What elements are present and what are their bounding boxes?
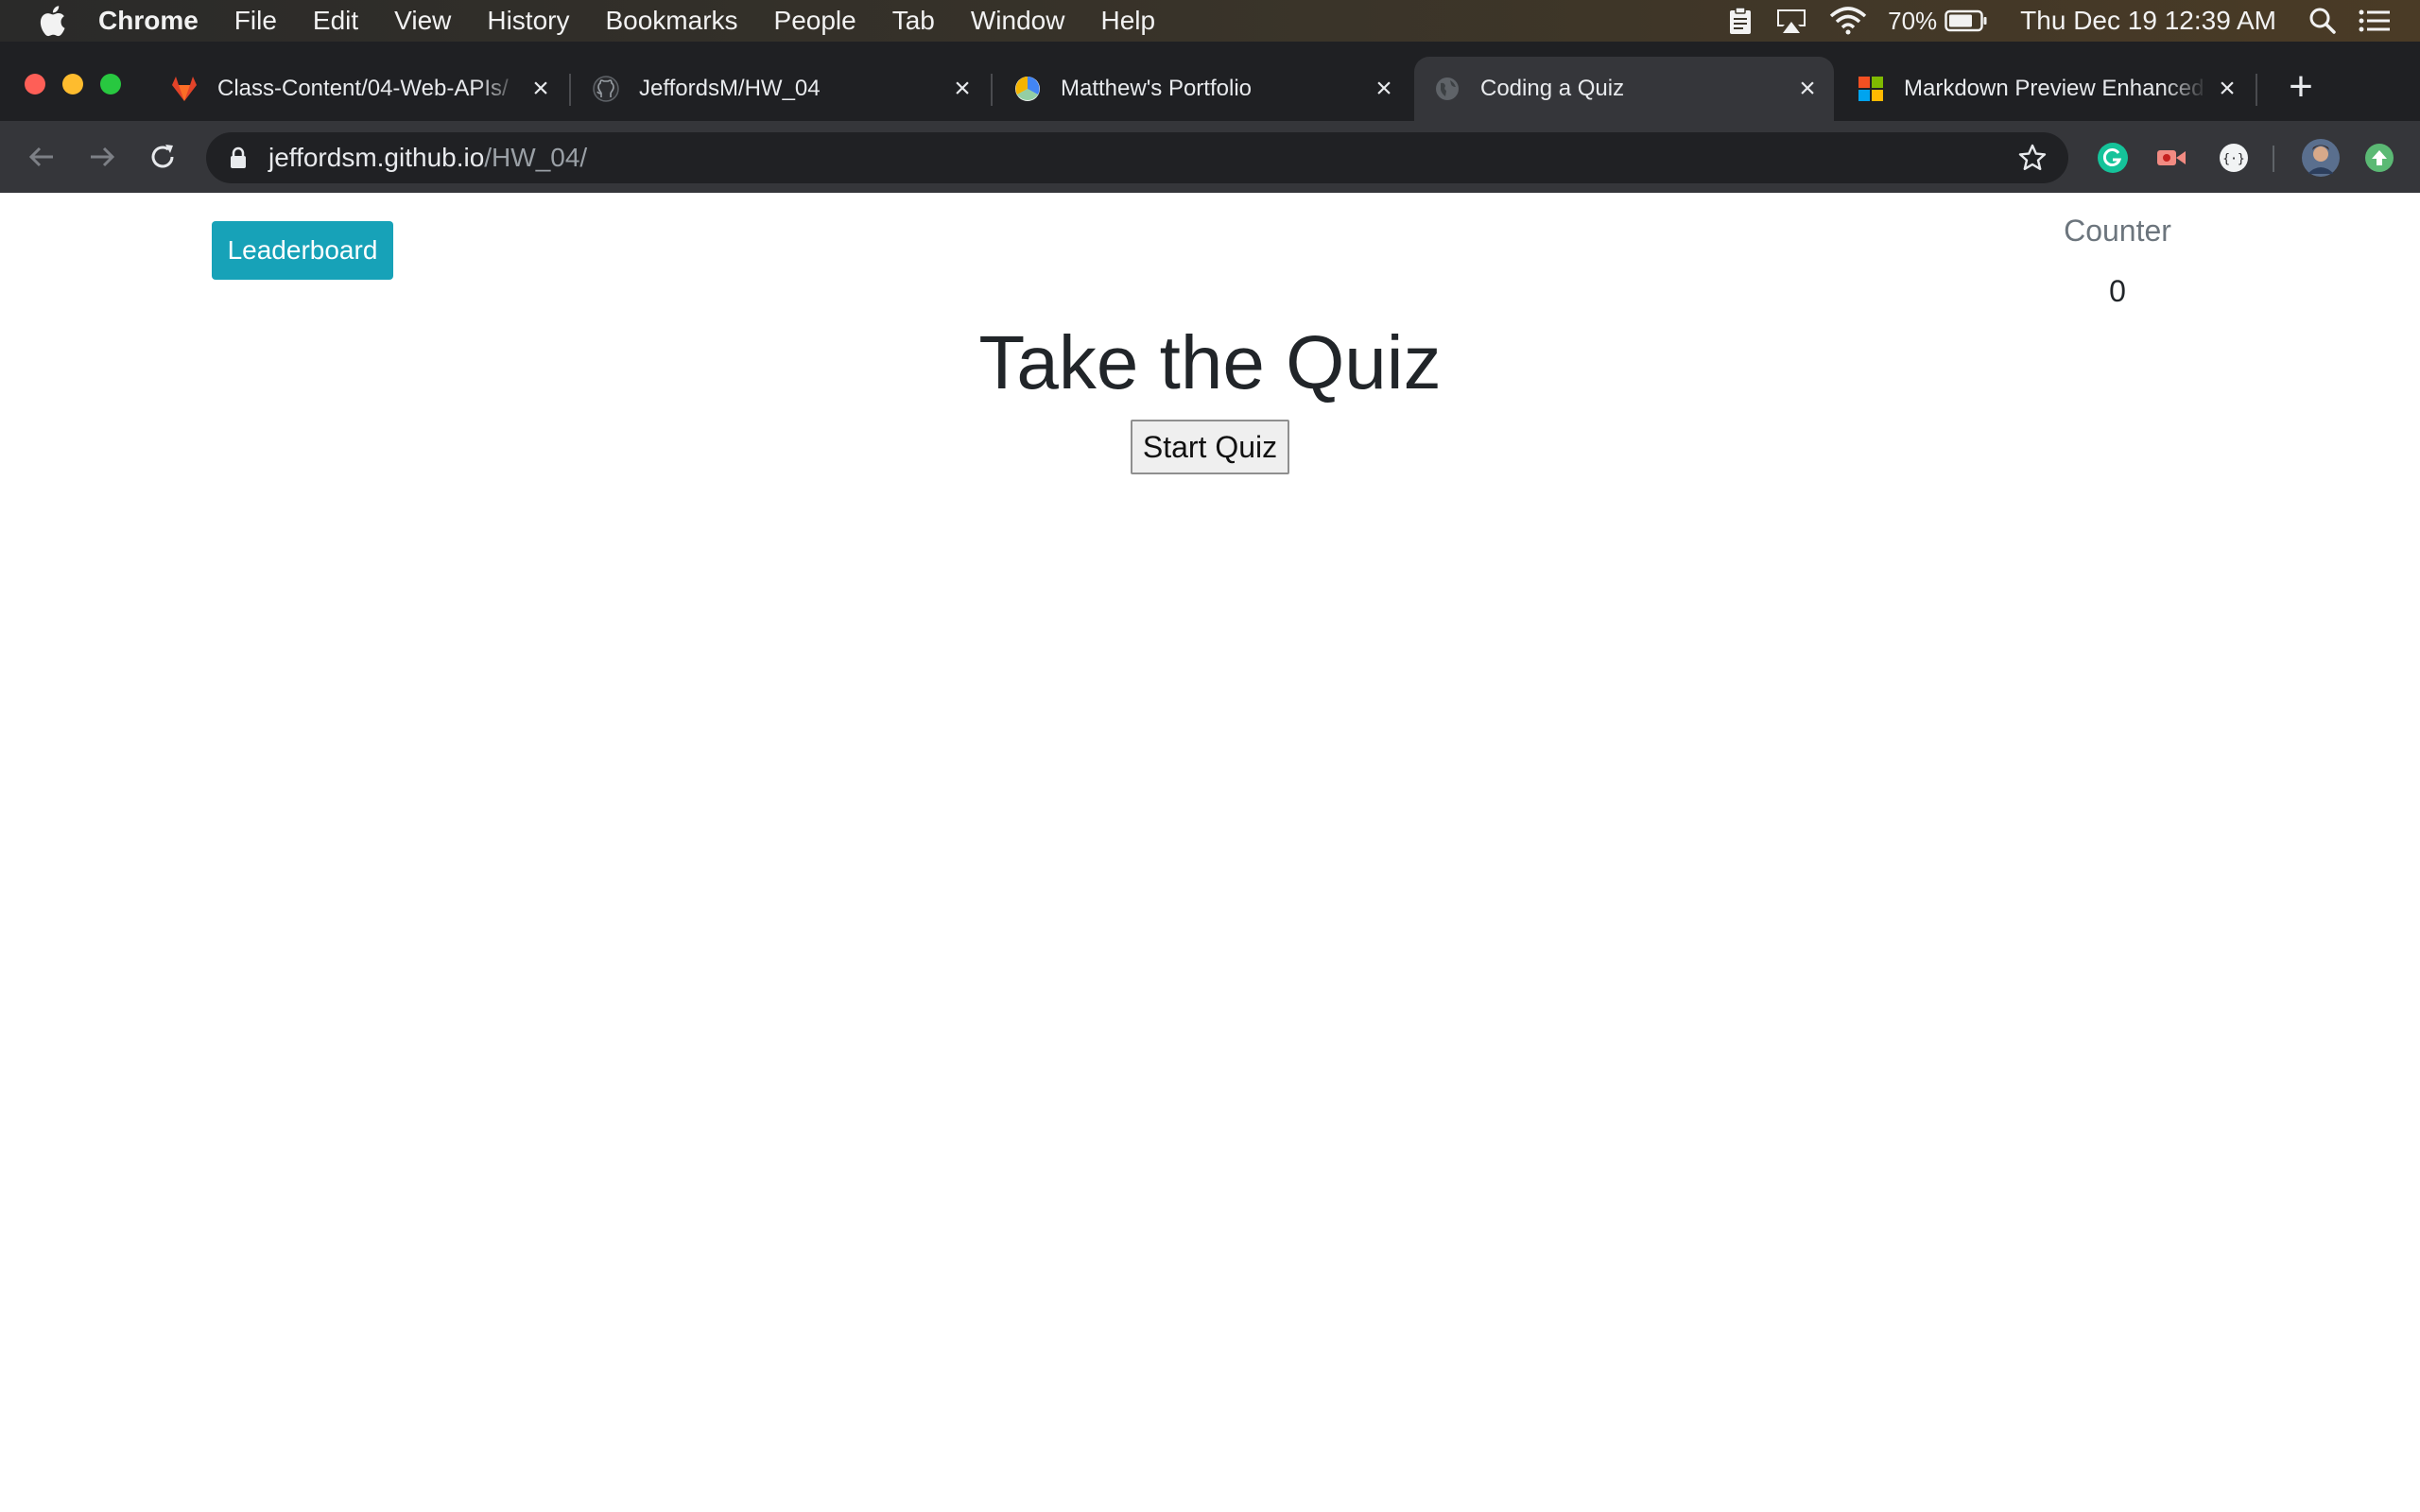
update-available-icon[interactable]	[2363, 142, 2395, 174]
ball-icon	[1015, 77, 1040, 101]
tab-portfolio[interactable]: Matthew's Portfolio ×	[994, 57, 1410, 121]
menu-tab[interactable]: Tab	[892, 6, 935, 36]
tab-title: Class-Content/04-Web-APIs/	[217, 76, 509, 101]
menu-edit[interactable]: Edit	[313, 6, 358, 36]
lock-icon[interactable]	[229, 146, 248, 169]
menu-bookmarks[interactable]: Bookmarks	[605, 6, 737, 36]
tab-title: Matthew's Portfolio	[1061, 76, 1252, 101]
window-minimize-button[interactable]	[62, 74, 83, 94]
close-icon[interactable]: ×	[1789, 70, 1826, 108]
clipboard-icon[interactable]	[1727, 6, 1754, 36]
back-button[interactable]	[19, 134, 64, 180]
window-close-button[interactable]	[25, 74, 45, 94]
screen-recorder-extension-icon[interactable]	[2155, 142, 2187, 174]
counter-label: Counter	[2064, 214, 2171, 248]
tab-divider	[2256, 74, 2257, 106]
menu-people[interactable]: People	[774, 6, 856, 36]
grammarly-extension-icon[interactable]	[2097, 142, 2129, 174]
menu-view[interactable]: View	[394, 6, 451, 36]
svg-text:{·}: {·}	[2222, 152, 2244, 166]
menu-bar-clock[interactable]: Thu Dec 19 12:39 AM	[2020, 6, 2276, 36]
web-page-content: Leaderboard Counter 0 Take the Quiz Star…	[0, 193, 2420, 1512]
tab-github-repo[interactable]: JeffordsM/HW_04 ×	[573, 57, 989, 121]
close-icon[interactable]: ×	[522, 70, 560, 108]
tab-markdown-preview[interactable]: Markdown Preview Enhanced ×	[1838, 57, 2254, 121]
tab-title: JeffordsM/HW_04	[639, 76, 821, 101]
airplay-icon[interactable]	[1774, 7, 1808, 35]
reload-icon	[151, 145, 174, 168]
battery-icon[interactable]	[1945, 9, 1988, 32]
new-tab-button[interactable]: +	[2280, 66, 2322, 110]
microsoft-icon	[1858, 77, 1883, 101]
menu-bar-status-area: 70% Thu Dec 19 12:39 AM	[1727, 0, 2420, 42]
tab-divider	[991, 74, 993, 106]
gitlab-icon	[172, 77, 197, 101]
globe-icon	[1436, 77, 1459, 100]
tab-title: Coding a Quiz	[1480, 76, 1625, 101]
wifi-icon[interactable]	[1829, 7, 1867, 35]
battery-percent: 70%	[1888, 6, 1938, 35]
tab-divider	[569, 74, 571, 106]
url-host: jeffordsm.github.io	[268, 143, 485, 172]
tab-coding-a-quiz[interactable]: Coding a Quiz ×	[1414, 57, 1834, 121]
profile-avatar[interactable]	[2301, 138, 2341, 178]
start-quiz-button[interactable]: Start Quiz	[1131, 420, 1289, 474]
browser-toolbar: jeffordsm.github.io/HW_04/ {·}	[0, 121, 2420, 193]
address-bar[interactable]: jeffordsm.github.io/HW_04/	[206, 132, 2068, 183]
github-icon	[593, 76, 619, 102]
toolbar-divider	[2273, 146, 2274, 172]
tab-class-content[interactable]: Class-Content/04-Web-APIs/ ×	[151, 57, 567, 121]
url-path: /HW_04/	[484, 143, 588, 172]
menu-file[interactable]: File	[234, 6, 277, 36]
json-viewer-extension-icon[interactable]: {·}	[2218, 142, 2250, 174]
menu-help[interactable]: Help	[1100, 6, 1155, 36]
close-icon[interactable]: ×	[1365, 70, 1403, 108]
bookmark-star-icon[interactable]	[2017, 143, 2048, 173]
notification-center-icon[interactable]	[2358, 8, 2392, 34]
arrow-left-icon	[28, 146, 53, 167]
apple-icon[interactable]	[38, 5, 66, 37]
menu-history[interactable]: History	[487, 6, 569, 36]
counter-value: 0	[2109, 274, 2126, 308]
arrow-right-icon	[91, 146, 115, 167]
browser-tab-strip: Class-Content/04-Web-APIs/ × JeffordsM/H…	[0, 42, 2420, 121]
menu-app-name[interactable]: Chrome	[98, 6, 199, 36]
spotlight-search-icon[interactable]	[2308, 7, 2337, 35]
forward-button[interactable]	[79, 134, 125, 180]
reload-button[interactable]	[140, 134, 185, 180]
menu-window[interactable]: Window	[971, 6, 1065, 36]
close-icon[interactable]: ×	[2208, 70, 2246, 108]
page-title: Take the Quiz	[978, 320, 1442, 404]
leaderboard-button[interactable]: Leaderboard	[212, 221, 393, 280]
macos-menu-bar: Chrome File Edit View History Bookmarks …	[0, 0, 2420, 42]
close-icon[interactable]: ×	[943, 70, 981, 108]
address-bar-url: jeffordsm.github.io/HW_04/	[268, 143, 587, 173]
window-zoom-button[interactable]	[100, 74, 121, 94]
tab-title: Markdown Preview Enhanced	[1904, 76, 2204, 101]
